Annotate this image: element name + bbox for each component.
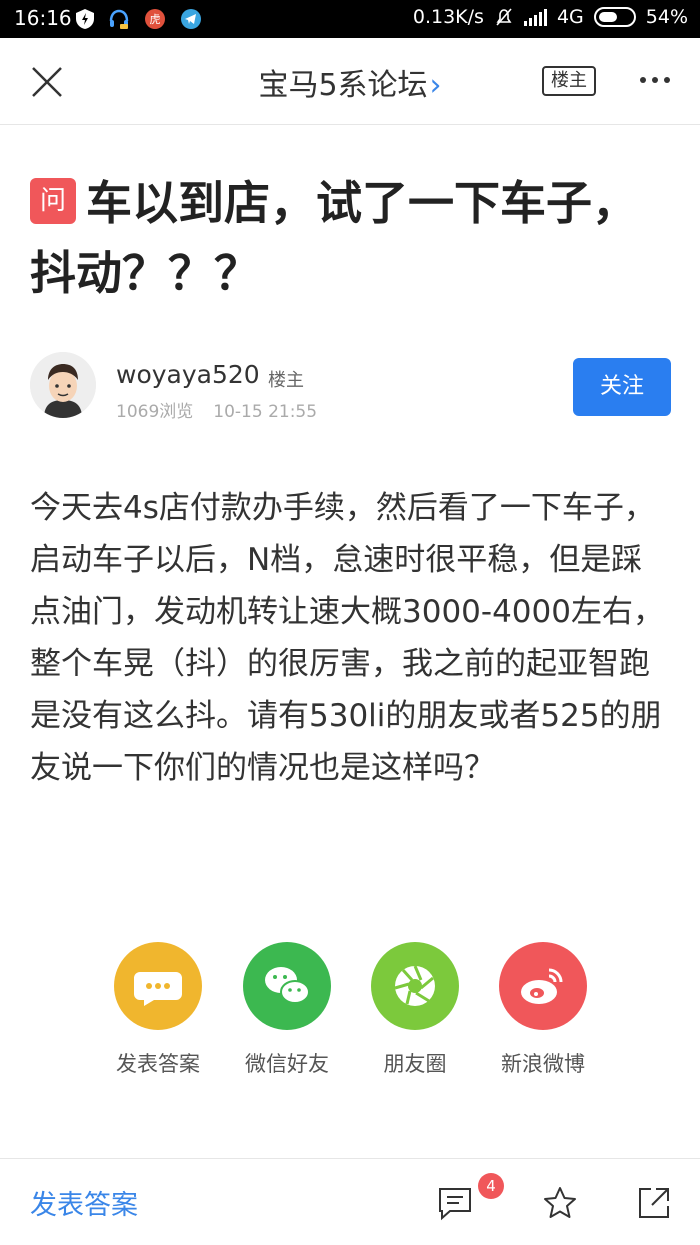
post-body: 今天去4s店付款办手续，然后看了一下车子，启动车子以后，N档，怠速时很平稳，但是…	[30, 490, 664, 786]
post-answer-link[interactable]: 发表答案	[30, 1183, 138, 1222]
forum-title-text: 宝马5系论坛	[258, 68, 428, 103]
post-meta: 1069浏览 10-15 21:55	[116, 397, 317, 422]
shield-icon	[76, 9, 94, 29]
author-name[interactable]: woyaya520	[116, 360, 260, 389]
share-out-icon[interactable]	[636, 1185, 672, 1221]
wechat-icon	[243, 942, 331, 1030]
avatar-image	[30, 352, 96, 418]
share-answer[interactable]: 发表答案	[93, 942, 223, 1078]
only-poster-button[interactable]: 楼主	[542, 66, 596, 96]
status-bar: 16:16 虎 0.13K/s 4G 54%	[0, 0, 700, 38]
battery-percent: 54%	[645, 6, 688, 28]
battery-icon	[593, 7, 636, 27]
question-badge: 问	[30, 178, 76, 224]
star-icon[interactable]	[542, 1185, 578, 1221]
moments-icon	[371, 942, 459, 1030]
network-speed: 0.13K/s	[412, 6, 484, 28]
share-label: 微信好友	[245, 1052, 329, 1076]
chevron-right-icon: ›	[429, 68, 442, 103]
comment-icon[interactable]	[437, 1185, 473, 1221]
telegram-icon	[181, 9, 201, 29]
svg-text:虎: 虎	[150, 13, 161, 26]
more-options-icon[interactable]	[640, 77, 670, 83]
mute-bell-icon	[496, 8, 512, 26]
signal-icon	[523, 8, 547, 26]
nav-bar: 宝马5系论坛› 楼主	[0, 38, 700, 125]
weibo-icon	[499, 942, 587, 1030]
share-wechat[interactable]: 微信好友	[222, 942, 352, 1078]
headset-icon	[109, 9, 129, 29]
share-label: 发表答案	[116, 1052, 200, 1076]
author-role-tag: 楼主	[268, 370, 304, 391]
share-label: 新浪微博	[501, 1052, 585, 1076]
post-title: 车以到店，试了一下车子，抖动？？？	[30, 176, 638, 300]
share-label: 朋友圈	[383, 1052, 447, 1076]
follow-button[interactable]: 关注	[573, 358, 671, 416]
bottom-bar: 发表答案 4	[0, 1158, 700, 1245]
post-time: 10-15 21:55	[213, 402, 318, 422]
chat-bubble-icon	[114, 942, 202, 1030]
status-time: 16:16	[14, 6, 72, 30]
network-type: 4G	[556, 6, 584, 28]
share-moments[interactable]: 朋友圈	[350, 942, 480, 1078]
post-title-block: 问车以到店，试了一下车子，抖动？？？	[30, 168, 670, 308]
view-count: 1069浏览	[116, 402, 194, 422]
comment-count-badge: 4	[478, 1173, 504, 1199]
share-weibo[interactable]: 新浪微博	[478, 942, 608, 1078]
avatar[interactable]	[30, 352, 96, 418]
app-notification-icon: 虎	[145, 9, 165, 29]
status-right: 0.13K/s 4G 54%	[413, 6, 688, 28]
